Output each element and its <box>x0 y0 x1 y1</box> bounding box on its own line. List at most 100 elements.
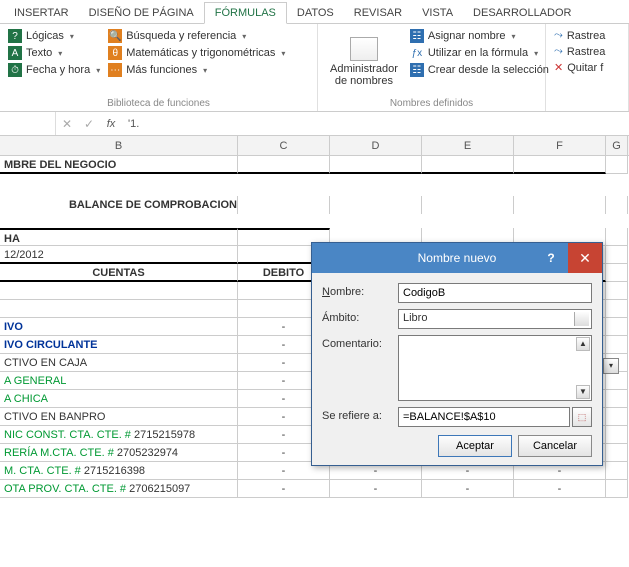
cell[interactable]: A GENERAL <box>0 372 238 390</box>
input-nombre[interactable] <box>398 283 592 303</box>
column-headers: B C D E F G <box>0 136 629 156</box>
cell[interactable]: M. CTA. CTE. # 2715216398 <box>0 462 238 480</box>
button-aceptar[interactable]: Aceptar <box>438 435 512 457</box>
chevron-down-icon <box>578 316 586 320</box>
chevron-down-icon: ▾ <box>58 49 62 58</box>
cell[interactable]: HA <box>0 228 238 246</box>
btn-utilizar-formula[interactable]: ƒx Utilizar en la fórmula ▾ <box>408 45 551 61</box>
btn-asignar-nombre[interactable]: ☷ Asignar nombre ▾ <box>408 28 551 44</box>
cell[interactable]: A CHICA <box>0 390 238 408</box>
name-box[interactable] <box>0 112 56 135</box>
chevron-down-icon: ▾ <box>534 49 538 58</box>
btn-mattrig[interactable]: θ Matemáticas y trigonométricas ▾ <box>106 45 287 61</box>
btn-quitar-label: Quitar f <box>567 62 603 74</box>
col-header-F[interactable]: F <box>514 136 606 155</box>
chevron-down-icon: ▾ <box>281 49 285 58</box>
admin-label1: Administrador <box>330 63 398 75</box>
tab-datos[interactable]: DATOS <box>287 3 344 23</box>
btn-quitar-flechas[interactable]: ✕ Quitar f <box>552 60 607 75</box>
cell[interactable]: RERÍA M.CTA. CTE. # 2705232974 <box>0 444 238 462</box>
btn-asignar-label: Asignar nombre <box>428 30 506 42</box>
group-label-biblioteca: Biblioteca de funciones <box>6 96 311 111</box>
dialog-close-button[interactable]: ✕ <box>568 243 602 273</box>
btn-busqueda-label: Búsqueda y referencia <box>126 30 236 42</box>
more-icon: ⋯ <box>108 63 122 77</box>
cell[interactable]: BALANCE DE COMPROBACION <box>0 196 238 214</box>
admin-label2: de nombres <box>335 75 393 87</box>
cell[interactable]: NIC CONST. CTA. CTE. # 2715215978 <box>0 426 238 444</box>
btn-masfunc[interactable]: ⋯Más funciones▾ <box>106 62 287 78</box>
dialog-help-button[interactable]: ? <box>536 243 566 273</box>
label-refiere: Se refiere a: <box>322 407 398 422</box>
ribbon: ? Lógicas ▾ A Texto ▾ ⏱Fecha y hora▾ 🔍 Búsque… <box>0 24 629 112</box>
chevron-down-icon: ▾ <box>512 32 516 41</box>
cell[interactable]: IVO CIRCULANTE <box>0 336 238 354</box>
cell[interactable]: CTIVO EN CAJA <box>0 354 238 372</box>
tab-diseno[interactable]: DISEÑO DE PÁGINA <box>79 3 204 23</box>
name-manager-icon <box>350 37 378 61</box>
btn-texto[interactable]: A Texto ▾ <box>6 45 102 61</box>
tab-insertar[interactable]: INSERTAR <box>4 3 79 23</box>
col-header-E[interactable]: E <box>422 136 514 155</box>
date-icon: ⏱ <box>8 63 22 77</box>
tab-revisar[interactable]: REVISAR <box>344 3 412 23</box>
cell[interactable]: CTIVO EN BANPRO <box>0 408 238 426</box>
dialog-nombre-nuevo: Nombre nuevo ? ✕ Nombre: Ámbito: Libro C… <box>311 242 603 466</box>
btn-logicas[interactable]: ?Lógicas▾ <box>6 28 102 44</box>
trace-prec-icon: ⤳ <box>554 29 563 42</box>
btn-crear-label: Crear desde la selección <box>428 64 549 76</box>
label-comentario: Comentario: <box>322 335 398 350</box>
col-header-C[interactable]: C <box>238 136 330 155</box>
col-header-D[interactable]: D <box>330 136 422 155</box>
btn-administrador-nombres[interactable]: Administradorde nombres <box>324 28 404 96</box>
cell[interactable]: OTA PROV. CTA. CTE. # 2706215097 <box>0 480 238 498</box>
formula-bar: ✕ ✓ fx '1. <box>0 112 629 136</box>
col-header-B[interactable]: B <box>0 136 238 155</box>
cell[interactable]: MBRE DEL NEGOCIO <box>0 156 238 174</box>
remove-arrows-icon: ✕ <box>554 61 563 74</box>
logic-icon: ? <box>8 29 22 43</box>
define-name-icon: ☷ <box>410 29 424 43</box>
tab-desarrollador[interactable]: DESARROLLADOR <box>463 3 581 23</box>
range-picker-button[interactable]: ⬚ <box>572 407 592 427</box>
btn-logicas-label: Lógicas <box>26 30 64 42</box>
textarea-comentario[interactable]: ▲ ▼ <box>398 335 592 401</box>
trace-dep-icon: ⤳ <box>554 45 563 58</box>
input-refiere[interactable] <box>398 407 570 427</box>
col-header-G[interactable]: G <box>606 136 628 155</box>
cell-cuentas-header[interactable]: CUENTAS <box>0 264 238 282</box>
btn-busqueda[interactable]: 🔍Búsqueda y referencia▾ <box>106 28 287 44</box>
filter-dropdown-icon[interactable]: ▾ <box>603 358 619 374</box>
chevron-down-icon: ▾ <box>203 66 207 75</box>
select-ambito[interactable]: Libro <box>398 309 592 329</box>
label-ambito: Ámbito: <box>322 309 398 324</box>
dialog-titlebar[interactable]: Nombre nuevo ? ✕ <box>312 243 602 273</box>
enter-formula-icon[interactable]: ✓ <box>78 117 100 131</box>
math-icon: θ <box>108 46 122 60</box>
cell[interactable]: 12/2012 <box>0 246 238 264</box>
select-ambito-value: Libro <box>403 312 427 324</box>
btn-rastrear-precedentes[interactable]: ⤳ Rastrea <box>552 28 607 43</box>
btn-rastrear-dependientes[interactable]: ⤳Rastrea <box>552 44 607 59</box>
cancel-formula-icon[interactable]: ✕ <box>56 117 78 131</box>
use-formula-icon: ƒx <box>410 46 424 60</box>
button-cancelar[interactable]: Cancelar <box>518 435 592 457</box>
btn-crear-seleccion[interactable]: ☷Crear desde la selección <box>408 62 551 78</box>
label-nombre: Nombre: <box>322 283 398 298</box>
chevron-down-icon: ▾ <box>96 66 100 75</box>
scroll-down-icon[interactable]: ▼ <box>576 385 590 399</box>
lookup-icon: 🔍 <box>108 29 122 43</box>
btn-fechahora[interactable]: ⏱Fecha y hora▾ <box>6 62 102 78</box>
btn-utilizar-label: Utilizar en la fórmula <box>428 47 528 59</box>
btn-mattrig-label: Matemáticas y trigonométricas <box>126 47 275 59</box>
btn-rastrea1-label: Rastrea <box>567 30 606 42</box>
formula-input[interactable]: '1. <box>122 116 629 132</box>
ribbon-tabs: INSERTAR DISEÑO DE PÁGINA FÓRMULAS DATOS… <box>0 0 629 24</box>
btn-texto-label: Texto <box>26 47 52 59</box>
text-icon: A <box>8 46 22 60</box>
tab-vista[interactable]: VISTA <box>412 3 463 23</box>
tab-formulas[interactable]: FÓRMULAS <box>204 2 287 24</box>
fx-icon[interactable]: fx <box>100 118 122 130</box>
scroll-up-icon[interactable]: ▲ <box>576 337 590 351</box>
cell[interactable]: IVO <box>0 318 238 336</box>
